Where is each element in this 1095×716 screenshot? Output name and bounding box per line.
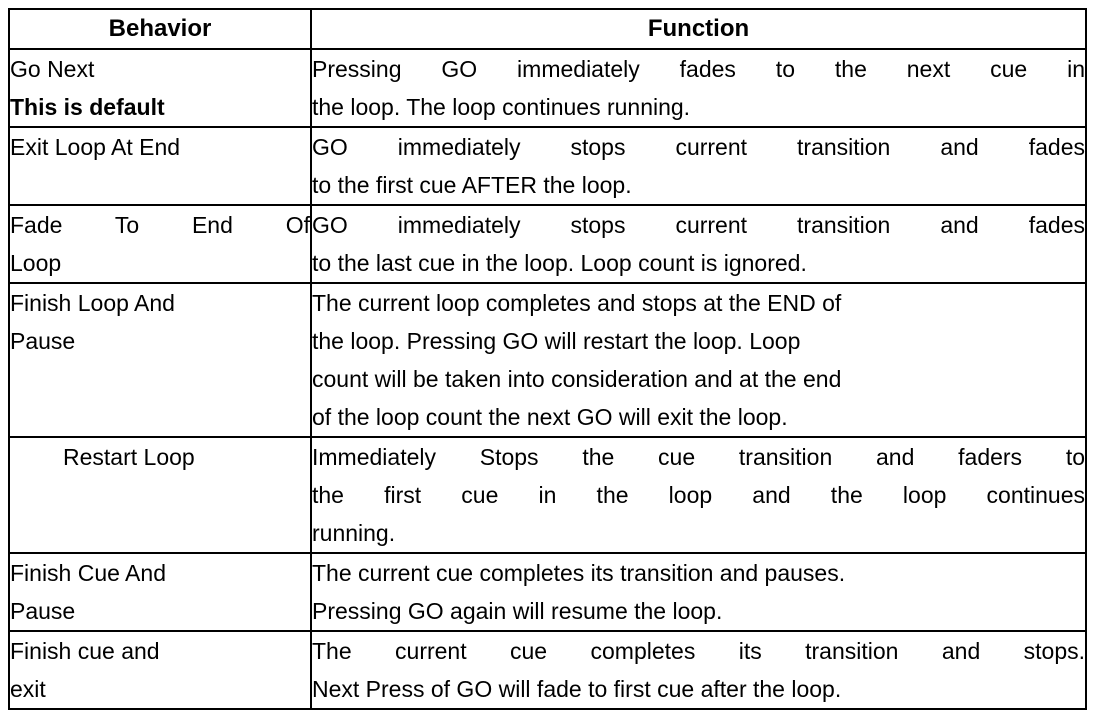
function-cell: The current loop completes and stops at … (310, 282, 1087, 438)
function-description-line: the loop. The loop continues running. (312, 94, 691, 120)
function-description-line: GO immediately stops current transition … (312, 212, 1085, 238)
behavior-cell: Exit Loop At End (8, 126, 312, 206)
function-description-line: of the loop count the next GO will exit … (312, 404, 788, 430)
behavior-label: Finish cue and (10, 638, 160, 664)
function-description-line: Pressing GO immediately fades to the nex… (312, 56, 1085, 82)
behavior-default-note: This is default (10, 94, 165, 120)
function-description-line: GO immediately stops current transition … (312, 134, 1085, 160)
function-description-line: Pressing GO again will resume the loop. (312, 598, 723, 624)
behavior-cell: Finish Loop And Pause (8, 282, 312, 438)
function-description-line: to the first cue AFTER the loop. (312, 172, 632, 198)
behavior-cell: Go Next This is default (8, 48, 312, 128)
table-header-row: Behavior Function (8, 8, 1087, 50)
column-header-function: Function (310, 8, 1087, 50)
document-page: Behavior Function Go Next This is default… (0, 0, 1095, 716)
function-description-line: the loop. Pressing GO will restart the l… (312, 328, 801, 354)
behavior-label: Go Next (10, 56, 95, 82)
behavior-cell: Finish Cue And Pause (8, 552, 312, 632)
function-description-line: The current cue completes its transition… (312, 638, 1085, 664)
behavior-label: Finish Loop And (10, 290, 175, 316)
table-row: Exit Loop At End GO immediately stops cur… (8, 126, 1087, 206)
behavior-cell: Finish cue and exit (8, 630, 312, 710)
table-row: Finish Loop And Pause The current loop com… (8, 282, 1087, 438)
behavior-label: Exit Loop At End (10, 134, 181, 160)
table-row: Finish cue and exit The current cue comple… (8, 630, 1087, 710)
behavior-label: Fade To End Of (10, 212, 310, 238)
behavior-cell: Restart Loop (8, 436, 312, 554)
behavior-label: Restart Loop (63, 444, 195, 470)
table-row: Finish Cue And Pause The current cue compl… (8, 552, 1087, 632)
function-description-line: to the last cue in the loop. Loop count … (312, 250, 807, 276)
function-description-line: Immediately Stops the cue transition and… (312, 444, 1085, 470)
function-description-line: count will be taken into consideration a… (312, 366, 842, 392)
function-description-line: running. (312, 520, 396, 546)
function-cell: GO immediately stops current transition … (310, 126, 1087, 206)
column-header-behavior-label: Behavior (108, 15, 212, 42)
behavior-cell: Fade To End Of Loop (8, 204, 312, 284)
table-row: Restart Loop Immediately Stops the cue tr… (8, 436, 1087, 554)
table-row: Fade To End Of Loop GO immediately stops c… (8, 204, 1087, 284)
function-description-line: the first cue in the loop and the loop c… (312, 482, 1085, 508)
behavior-label: exit (10, 676, 46, 702)
function-description-line: Next Press of GO will fade to first cue … (312, 676, 842, 702)
table-body: Go Next This is default Pressing GO immedi… (8, 48, 1087, 710)
behavior-label: Loop (10, 250, 62, 276)
function-cell: The current cue completes its transition… (310, 552, 1087, 632)
behavior-label: Finish Cue And (10, 560, 166, 586)
behavior-label: Pause (10, 598, 76, 624)
function-cell: GO immediately stops current transition … (310, 204, 1087, 284)
column-header-function-label: Function (647, 15, 750, 42)
function-cell: The current cue completes its transition… (310, 630, 1087, 710)
table-row: Go Next This is default Pressing GO immedi… (8, 48, 1087, 128)
function-cell: Immediately Stops the cue transition and… (310, 436, 1087, 554)
table-header: Behavior Function (8, 8, 1087, 50)
function-cell: Pressing GO immediately fades to the nex… (310, 48, 1087, 128)
behavior-label: Pause (10, 328, 76, 354)
function-description-line: The current loop completes and stops at … (312, 290, 842, 316)
function-description-line: The current cue completes its transition… (312, 560, 846, 586)
behavior-function-table: Behavior Function Go Next This is default… (8, 8, 1087, 710)
column-header-behavior: Behavior (8, 8, 312, 50)
